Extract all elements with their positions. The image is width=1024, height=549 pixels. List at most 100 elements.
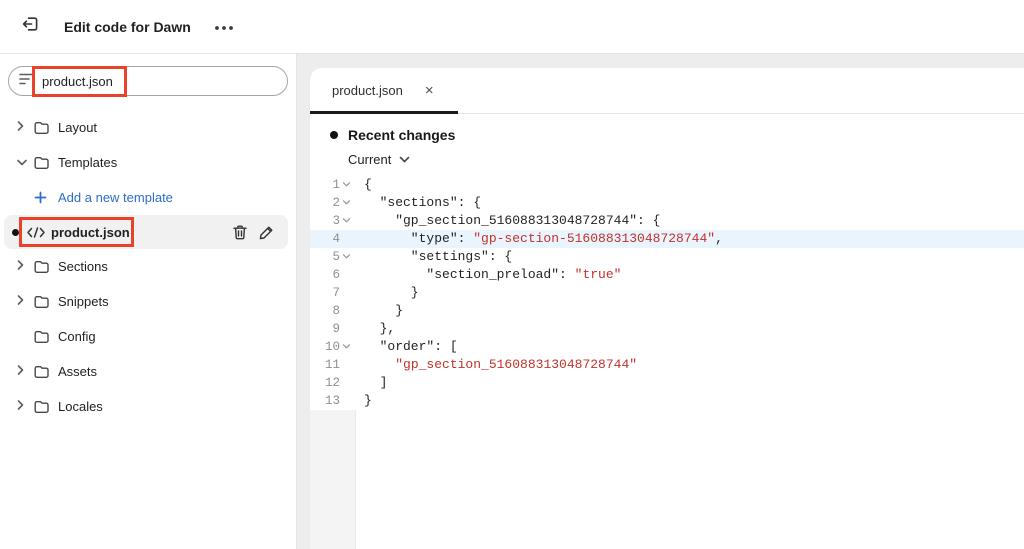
line-gutter: 9 xyxy=(310,322,356,336)
line-gutter: 3 xyxy=(310,214,356,228)
folder-icon xyxy=(34,330,58,344)
json-plain-token: } xyxy=(364,393,372,408)
close-tab-icon[interactable]: × xyxy=(425,83,434,98)
folder-icon xyxy=(34,121,58,135)
json-string-token: "gp_section_516088313048728744" xyxy=(395,357,637,372)
code-editor-area[interactable]: 1{2 "sections": {3 "gp_section_516088313… xyxy=(310,176,1024,549)
code-line-text: "settings": { xyxy=(356,249,512,264)
version-dropdown-value: Current xyxy=(348,152,391,167)
json-plain-token: } xyxy=(364,285,419,300)
code-line-text: } xyxy=(356,303,403,318)
sidebar-item-templates[interactable]: Templates xyxy=(0,145,296,180)
sidebar-item-locales[interactable]: Locales xyxy=(0,389,296,424)
editor-card: product.json × Recent changes Current xyxy=(310,68,1024,549)
line-gutter: 10 xyxy=(310,340,356,354)
sidebar-item-product-json[interactable]: product.json xyxy=(4,215,288,249)
json-plain-token: "section_preload": xyxy=(364,267,575,282)
line-number: 10 xyxy=(325,340,340,354)
code-line-3[interactable]: 3 "gp_section_516088313048728744": { xyxy=(310,212,1024,230)
editor-workspace: product.json × Recent changes Current xyxy=(297,54,1024,549)
search-query-text: product.json xyxy=(42,74,113,89)
code-line-4[interactable]: 4 "type": "gp-section-516088313048728744… xyxy=(310,230,1024,248)
recent-changes-header: Recent changes xyxy=(330,127,1024,143)
tab-product-json[interactable]: product.json × xyxy=(310,68,458,113)
line-number: 2 xyxy=(332,196,340,210)
json-plain-token: }, xyxy=(364,321,395,336)
fold-toggle-icon[interactable] xyxy=(340,199,352,206)
sidebar-item-sections[interactable]: Sections xyxy=(0,249,296,284)
trash-icon[interactable] xyxy=(233,225,247,240)
file-name: product.json xyxy=(51,225,130,240)
tab-label: product.json xyxy=(332,83,403,98)
line-number: 12 xyxy=(325,376,340,390)
code-line-10[interactable]: 10 "order": [ xyxy=(310,338,1024,356)
code-line-12[interactable]: 12 ] xyxy=(310,374,1024,392)
code-line-text: "section_preload": "true" xyxy=(356,267,621,282)
fold-toggle-icon[interactable] xyxy=(340,217,352,224)
code-editor-app: Edit code for Dawn product.json LayoutTe… xyxy=(0,0,1024,549)
main-body: product.json LayoutTemplatesAdd a new te… xyxy=(0,54,1024,549)
fold-toggle-icon[interactable] xyxy=(340,253,352,260)
fold-toggle-icon[interactable] xyxy=(340,343,352,350)
code-line-8[interactable]: 8 } xyxy=(310,302,1024,320)
file-search-input[interactable]: product.json xyxy=(8,66,288,96)
line-number: 5 xyxy=(332,250,340,264)
line-gutter: 4 xyxy=(310,232,356,246)
json-string-token: "gp-section-516088313048728744" xyxy=(473,231,715,246)
code-line-6[interactable]: 6 "section_preload": "true" xyxy=(310,266,1024,284)
code-line-1[interactable]: 1{ xyxy=(310,176,1024,194)
pencil-icon[interactable] xyxy=(259,225,274,240)
json-plain-token xyxy=(364,357,395,372)
code-area-filler xyxy=(310,410,1024,549)
code-line-13[interactable]: 13} xyxy=(310,392,1024,410)
back-button[interactable] xyxy=(18,15,42,39)
line-number: 9 xyxy=(332,322,340,336)
sidebar-item-snippets[interactable]: Snippets xyxy=(0,284,296,319)
chevron-right-icon[interactable] xyxy=(16,294,25,309)
unsaved-dot-icon xyxy=(12,229,19,236)
code-line-text: ] xyxy=(356,375,387,390)
sidebar-item-config[interactable]: Config xyxy=(0,319,296,354)
json-plain-token: { xyxy=(364,177,372,192)
recent-changes-panel: Recent changes Current xyxy=(310,114,1024,169)
sidebar-item-assets[interactable]: Assets xyxy=(0,354,296,389)
json-plain-token: "order": [ xyxy=(364,339,458,354)
version-dropdown[interactable]: Current xyxy=(348,150,410,168)
code-line-text: } xyxy=(356,285,419,300)
editor-tabbar: product.json × xyxy=(310,68,1024,114)
page-title: Edit code for Dawn xyxy=(64,19,191,35)
folder-icon xyxy=(34,365,58,379)
json-string-token: "true" xyxy=(575,267,622,282)
file-tree: LayoutTemplatesAdd a new template product… xyxy=(0,110,296,424)
json-plain-token: "gp_section_516088313048728744": { xyxy=(364,213,660,228)
chevron-right-icon[interactable] xyxy=(16,399,25,414)
filter-icon xyxy=(19,72,34,90)
chevron-right-icon[interactable] xyxy=(16,364,25,379)
chevron-down-icon[interactable] xyxy=(16,155,28,170)
code-line-text: }, xyxy=(356,321,395,336)
code-line-2[interactable]: 2 "sections": { xyxy=(310,194,1024,212)
json-plain-token: "type": xyxy=(364,231,473,246)
code-line-text: "sections": { xyxy=(356,195,481,210)
horizontal-dots-icon xyxy=(214,18,234,36)
line-gutter: 13 xyxy=(310,394,356,408)
code-line-text: } xyxy=(356,393,372,408)
chevron-right-icon[interactable] xyxy=(16,120,25,135)
code-line-text: "order": [ xyxy=(356,339,458,354)
more-options-button[interactable] xyxy=(211,17,237,37)
sidebar-item-layout[interactable]: Layout xyxy=(0,110,296,145)
chevron-right-icon[interactable] xyxy=(16,259,25,274)
gutter-filler xyxy=(310,410,356,549)
json-plain-token: , xyxy=(715,231,723,246)
line-gutter: 12 xyxy=(310,376,356,390)
line-gutter: 2 xyxy=(310,196,356,210)
line-gutter: 6 xyxy=(310,268,356,282)
code-line-11[interactable]: 11 "gp_section_516088313048728744" xyxy=(310,356,1024,374)
json-plain-token: "settings": { xyxy=(364,249,512,264)
fold-toggle-icon[interactable] xyxy=(340,181,352,188)
line-gutter: 11 xyxy=(310,358,356,372)
code-line-5[interactable]: 5 "settings": { xyxy=(310,248,1024,266)
code-line-7[interactable]: 7 } xyxy=(310,284,1024,302)
sidebar-item-add-a-new-template[interactable]: Add a new template xyxy=(0,180,296,215)
code-line-9[interactable]: 9 }, xyxy=(310,320,1024,338)
